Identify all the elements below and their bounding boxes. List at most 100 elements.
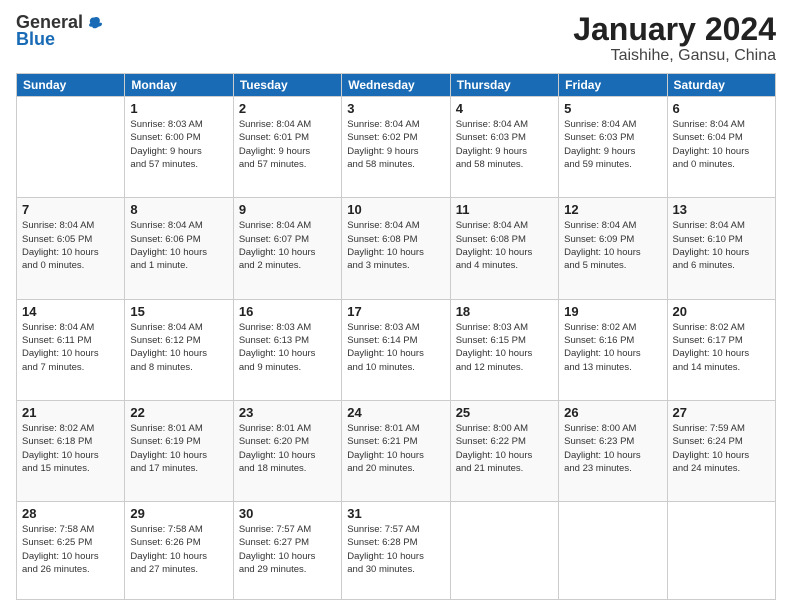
col-monday: Monday xyxy=(125,74,233,97)
table-row: 7 Sunrise: 8:04 AM Sunset: 6:05 PM Daylig… xyxy=(17,198,125,299)
table-row xyxy=(559,502,667,600)
day-info: Sunrise: 8:04 AM Sunset: 6:03 PM Dayligh… xyxy=(456,118,553,171)
day-number: 9 xyxy=(239,202,336,217)
day-number: 1 xyxy=(130,101,227,116)
day-info: Sunrise: 8:04 AM Sunset: 6:08 PM Dayligh… xyxy=(456,219,553,272)
calendar-header-row: Sunday Monday Tuesday Wednesday Thursday… xyxy=(17,74,776,97)
day-number: 7 xyxy=(22,202,119,217)
col-saturday: Saturday xyxy=(667,74,775,97)
day-number: 5 xyxy=(564,101,661,116)
table-row: 5 Sunrise: 8:04 AM Sunset: 6:03 PM Daylig… xyxy=(559,97,667,198)
day-info: Sunrise: 8:04 AM Sunset: 6:12 PM Dayligh… xyxy=(130,321,227,374)
table-row: 15 Sunrise: 8:04 AM Sunset: 6:12 PM Dayli… xyxy=(125,299,233,400)
table-row: 24Sunrise: 8:01 AM Sunset: 6:21 PM Dayli… xyxy=(342,400,450,501)
day-number: 17 xyxy=(347,304,444,319)
day-number: 24 xyxy=(347,405,444,420)
table-row: 12 Sunrise: 8:04 AM Sunset: 6:09 PM Dayli… xyxy=(559,198,667,299)
table-row: 19 Sunrise: 8:02 AM Sunset: 6:16 PM Dayli… xyxy=(559,299,667,400)
day-info: Sunrise: 8:01 AM Sunset: 6:19 PM Dayligh… xyxy=(130,422,227,475)
col-thursday: Thursday xyxy=(450,74,558,97)
col-sunday: Sunday xyxy=(17,74,125,97)
table-row: 18 Sunrise: 8:03 AM Sunset: 6:15 PM Dayli… xyxy=(450,299,558,400)
table-row: 26Sunrise: 8:00 AM Sunset: 6:23 PM Dayli… xyxy=(559,400,667,501)
day-info: Sunrise: 8:04 AM Sunset: 6:10 PM Dayligh… xyxy=(673,219,770,272)
logo: General Blue xyxy=(16,12,103,50)
calendar-week-row: 7 Sunrise: 8:04 AM Sunset: 6:05 PM Daylig… xyxy=(17,198,776,299)
day-number: 21 xyxy=(22,405,119,420)
day-info: Sunrise: 8:04 AM Sunset: 6:03 PM Dayligh… xyxy=(564,118,661,171)
day-info: Sunrise: 8:03 AM Sunset: 6:00 PM Dayligh… xyxy=(130,118,227,171)
day-info: Sunrise: 8:02 AM Sunset: 6:16 PM Dayligh… xyxy=(564,321,661,374)
table-row: 10 Sunrise: 8:04 AM Sunset: 6:08 PM Dayli… xyxy=(342,198,450,299)
day-info: Sunrise: 8:04 AM Sunset: 6:05 PM Dayligh… xyxy=(22,219,119,272)
table-row: 23Sunrise: 8:01 AM Sunset: 6:20 PM Dayli… xyxy=(233,400,341,501)
day-info: Sunrise: 7:58 AM Sunset: 6:25 PM Dayligh… xyxy=(22,523,119,576)
table-row: 8Sunrise: 8:04 AM Sunset: 6:06 PM Daylig… xyxy=(125,198,233,299)
day-number: 4 xyxy=(456,101,553,116)
day-number: 27 xyxy=(673,405,770,420)
table-row: 28Sunrise: 7:58 AM Sunset: 6:25 PM Dayli… xyxy=(17,502,125,600)
table-row: 14Sunrise: 8:04 AM Sunset: 6:11 PM Dayli… xyxy=(17,299,125,400)
day-info: Sunrise: 8:04 AM Sunset: 6:07 PM Dayligh… xyxy=(239,219,336,272)
day-info: Sunrise: 7:58 AM Sunset: 6:26 PM Dayligh… xyxy=(130,523,227,576)
table-row xyxy=(17,97,125,198)
day-info: Sunrise: 8:03 AM Sunset: 6:15 PM Dayligh… xyxy=(456,321,553,374)
logo-bird-icon xyxy=(85,14,103,32)
day-number: 16 xyxy=(239,304,336,319)
day-info: Sunrise: 8:03 AM Sunset: 6:14 PM Dayligh… xyxy=(347,321,444,374)
day-info: Sunrise: 8:04 AM Sunset: 6:04 PM Dayligh… xyxy=(673,118,770,171)
day-number: 29 xyxy=(130,506,227,521)
header: General Blue January 2024 Taishihe, Gans… xyxy=(16,12,776,65)
calendar-title: January 2024 xyxy=(573,12,776,47)
table-row: 17 Sunrise: 8:03 AM Sunset: 6:14 PM Dayli… xyxy=(342,299,450,400)
day-info: Sunrise: 7:59 AM Sunset: 6:24 PM Dayligh… xyxy=(673,422,770,475)
calendar-page: General Blue January 2024 Taishihe, Gans… xyxy=(0,0,792,612)
day-info: Sunrise: 8:02 AM Sunset: 6:17 PM Dayligh… xyxy=(673,321,770,374)
table-row: 2 Sunrise: 8:04 AM Sunset: 6:01 PM Daylig… xyxy=(233,97,341,198)
day-info: Sunrise: 8:04 AM Sunset: 6:09 PM Dayligh… xyxy=(564,219,661,272)
table-row xyxy=(667,502,775,600)
day-number: 3 xyxy=(347,101,444,116)
day-number: 26 xyxy=(564,405,661,420)
title-block: January 2024 Taishihe, Gansu, China xyxy=(573,12,776,65)
table-row: 21 Sunrise: 8:02 AM Sunset: 6:18 PM Dayli… xyxy=(17,400,125,501)
day-number: 15 xyxy=(130,304,227,319)
day-number: 11 xyxy=(456,202,553,217)
day-info: Sunrise: 7:57 AM Sunset: 6:28 PM Dayligh… xyxy=(347,523,444,576)
calendar-week-row: 1 Sunrise: 8:03 AM Sunset: 6:00 PM Daylig… xyxy=(17,97,776,198)
table-row: 13Sunrise: 8:04 AM Sunset: 6:10 PM Dayli… xyxy=(667,198,775,299)
table-row: 25Sunrise: 8:00 AM Sunset: 6:22 PM Dayli… xyxy=(450,400,558,501)
table-row: 9 Sunrise: 8:04 AM Sunset: 6:07 PM Daylig… xyxy=(233,198,341,299)
col-friday: Friday xyxy=(559,74,667,97)
table-row: 6Sunrise: 8:04 AM Sunset: 6:04 PM Daylig… xyxy=(667,97,775,198)
day-number: 30 xyxy=(239,506,336,521)
table-row: 29 Sunrise: 7:58 AM Sunset: 6:26 PM Dayli… xyxy=(125,502,233,600)
table-row: 16Sunrise: 8:03 AM Sunset: 6:13 PM Dayli… xyxy=(233,299,341,400)
logo-blue-text: Blue xyxy=(16,29,55,50)
calendar-table: Sunday Monday Tuesday Wednesday Thursday… xyxy=(16,73,776,600)
table-row: 31 Sunrise: 7:57 AM Sunset: 6:28 PM Dayli… xyxy=(342,502,450,600)
table-row: 27 Sunrise: 7:59 AM Sunset: 6:24 PM Dayli… xyxy=(667,400,775,501)
day-info: Sunrise: 8:02 AM Sunset: 6:18 PM Dayligh… xyxy=(22,422,119,475)
day-number: 23 xyxy=(239,405,336,420)
calendar-week-row: 21 Sunrise: 8:02 AM Sunset: 6:18 PM Dayli… xyxy=(17,400,776,501)
day-info: Sunrise: 8:04 AM Sunset: 6:06 PM Dayligh… xyxy=(130,219,227,272)
calendar-location: Taishihe, Gansu, China xyxy=(573,47,776,65)
day-info: Sunrise: 8:04 AM Sunset: 6:01 PM Dayligh… xyxy=(239,118,336,171)
day-number: 31 xyxy=(347,506,444,521)
day-number: 19 xyxy=(564,304,661,319)
calendar-week-row: 28Sunrise: 7:58 AM Sunset: 6:25 PM Dayli… xyxy=(17,502,776,600)
day-info: Sunrise: 7:57 AM Sunset: 6:27 PM Dayligh… xyxy=(239,523,336,576)
day-info: Sunrise: 8:04 AM Sunset: 6:08 PM Dayligh… xyxy=(347,219,444,272)
table-row: 20Sunrise: 8:02 AM Sunset: 6:17 PM Dayli… xyxy=(667,299,775,400)
table-row: 11 Sunrise: 8:04 AM Sunset: 6:08 PM Dayli… xyxy=(450,198,558,299)
table-row: 22Sunrise: 8:01 AM Sunset: 6:19 PM Dayli… xyxy=(125,400,233,501)
table-row: 3 Sunrise: 8:04 AM Sunset: 6:02 PM Daylig… xyxy=(342,97,450,198)
day-info: Sunrise: 8:04 AM Sunset: 6:02 PM Dayligh… xyxy=(347,118,444,171)
day-number: 10 xyxy=(347,202,444,217)
day-number: 18 xyxy=(456,304,553,319)
day-number: 12 xyxy=(564,202,661,217)
day-number: 2 xyxy=(239,101,336,116)
col-wednesday: Wednesday xyxy=(342,74,450,97)
table-row: 1 Sunrise: 8:03 AM Sunset: 6:00 PM Daylig… xyxy=(125,97,233,198)
